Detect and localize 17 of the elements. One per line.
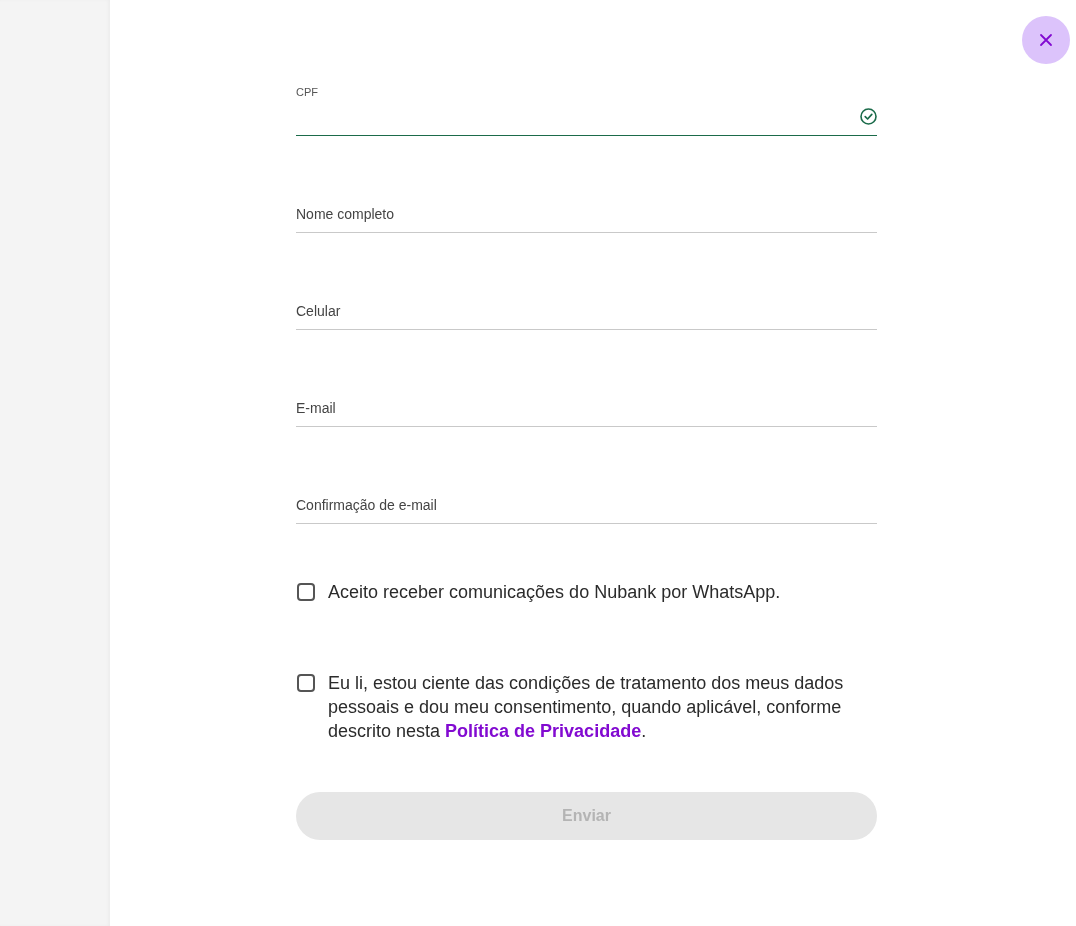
consent-text: Aceito receber comunicações do Nubank por WhatsApp. bbox=[328, 581, 782, 604]
close-button[interactable] bbox=[1022, 16, 1070, 64]
field-label: E-mail bbox=[296, 399, 336, 416]
privacy-policy-link[interactable]: Política de Privacidade bbox=[445, 721, 642, 741]
field-label: Celular bbox=[296, 302, 341, 319]
text-input-field[interactable]: Confirmação de e-mail bbox=[296, 492, 877, 524]
text-input-field[interactable]: Celular bbox=[296, 298, 877, 330]
text-input-field[interactable]: Nome completo bbox=[296, 201, 877, 233]
field-label: Confirmação de e-mail bbox=[296, 496, 437, 513]
text-input-field[interactable]: E-mail bbox=[296, 395, 877, 427]
checkbox[interactable] bbox=[297, 674, 315, 692]
checkbox[interactable] bbox=[297, 583, 315, 601]
check-circle-icon bbox=[860, 108, 877, 125]
consent-text: Eu li, estou ciente das condições de tratamento dos meus dados pessoais e dou meu consentimento, quando aplicável, conforme descrito nesta Política de Privacidade. bbox=[328, 672, 845, 743]
close-icon bbox=[1039, 33, 1053, 47]
field-label: CPF bbox=[296, 86, 318, 99]
field-label: Nome completo bbox=[296, 205, 395, 222]
